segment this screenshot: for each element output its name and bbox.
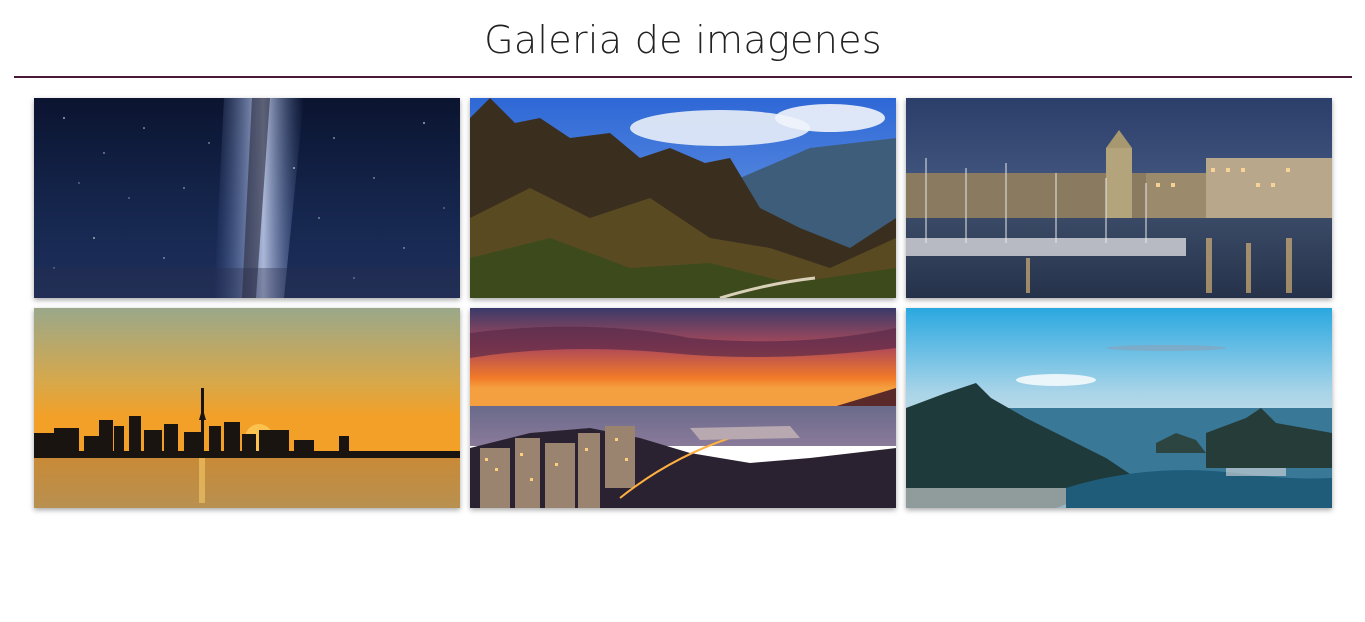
image-gallery [34,98,1332,508]
page-title: Galeria de imagenes [484,18,882,62]
mountain-valley-image[interactable] [470,98,896,298]
gallery-tile[interactable] [34,308,460,508]
gallery-tile[interactable] [470,308,896,508]
city-skyline-sunset-image[interactable] [34,308,460,508]
gallery-tile[interactable] [906,98,1332,298]
rio-bay-view-image[interactable] [906,308,1332,508]
gallery-tile[interactable] [34,98,460,298]
milky-way-image[interactable] [34,98,460,298]
gallery-tile[interactable] [470,98,896,298]
gallery-tile[interactable] [906,308,1332,508]
harbor-night-image[interactable] [906,98,1332,298]
page: Galeria de imagenes [0,0,1365,622]
coastal-city-dusk-image[interactable] [470,308,896,508]
header: Galeria de imagenes [14,0,1352,78]
